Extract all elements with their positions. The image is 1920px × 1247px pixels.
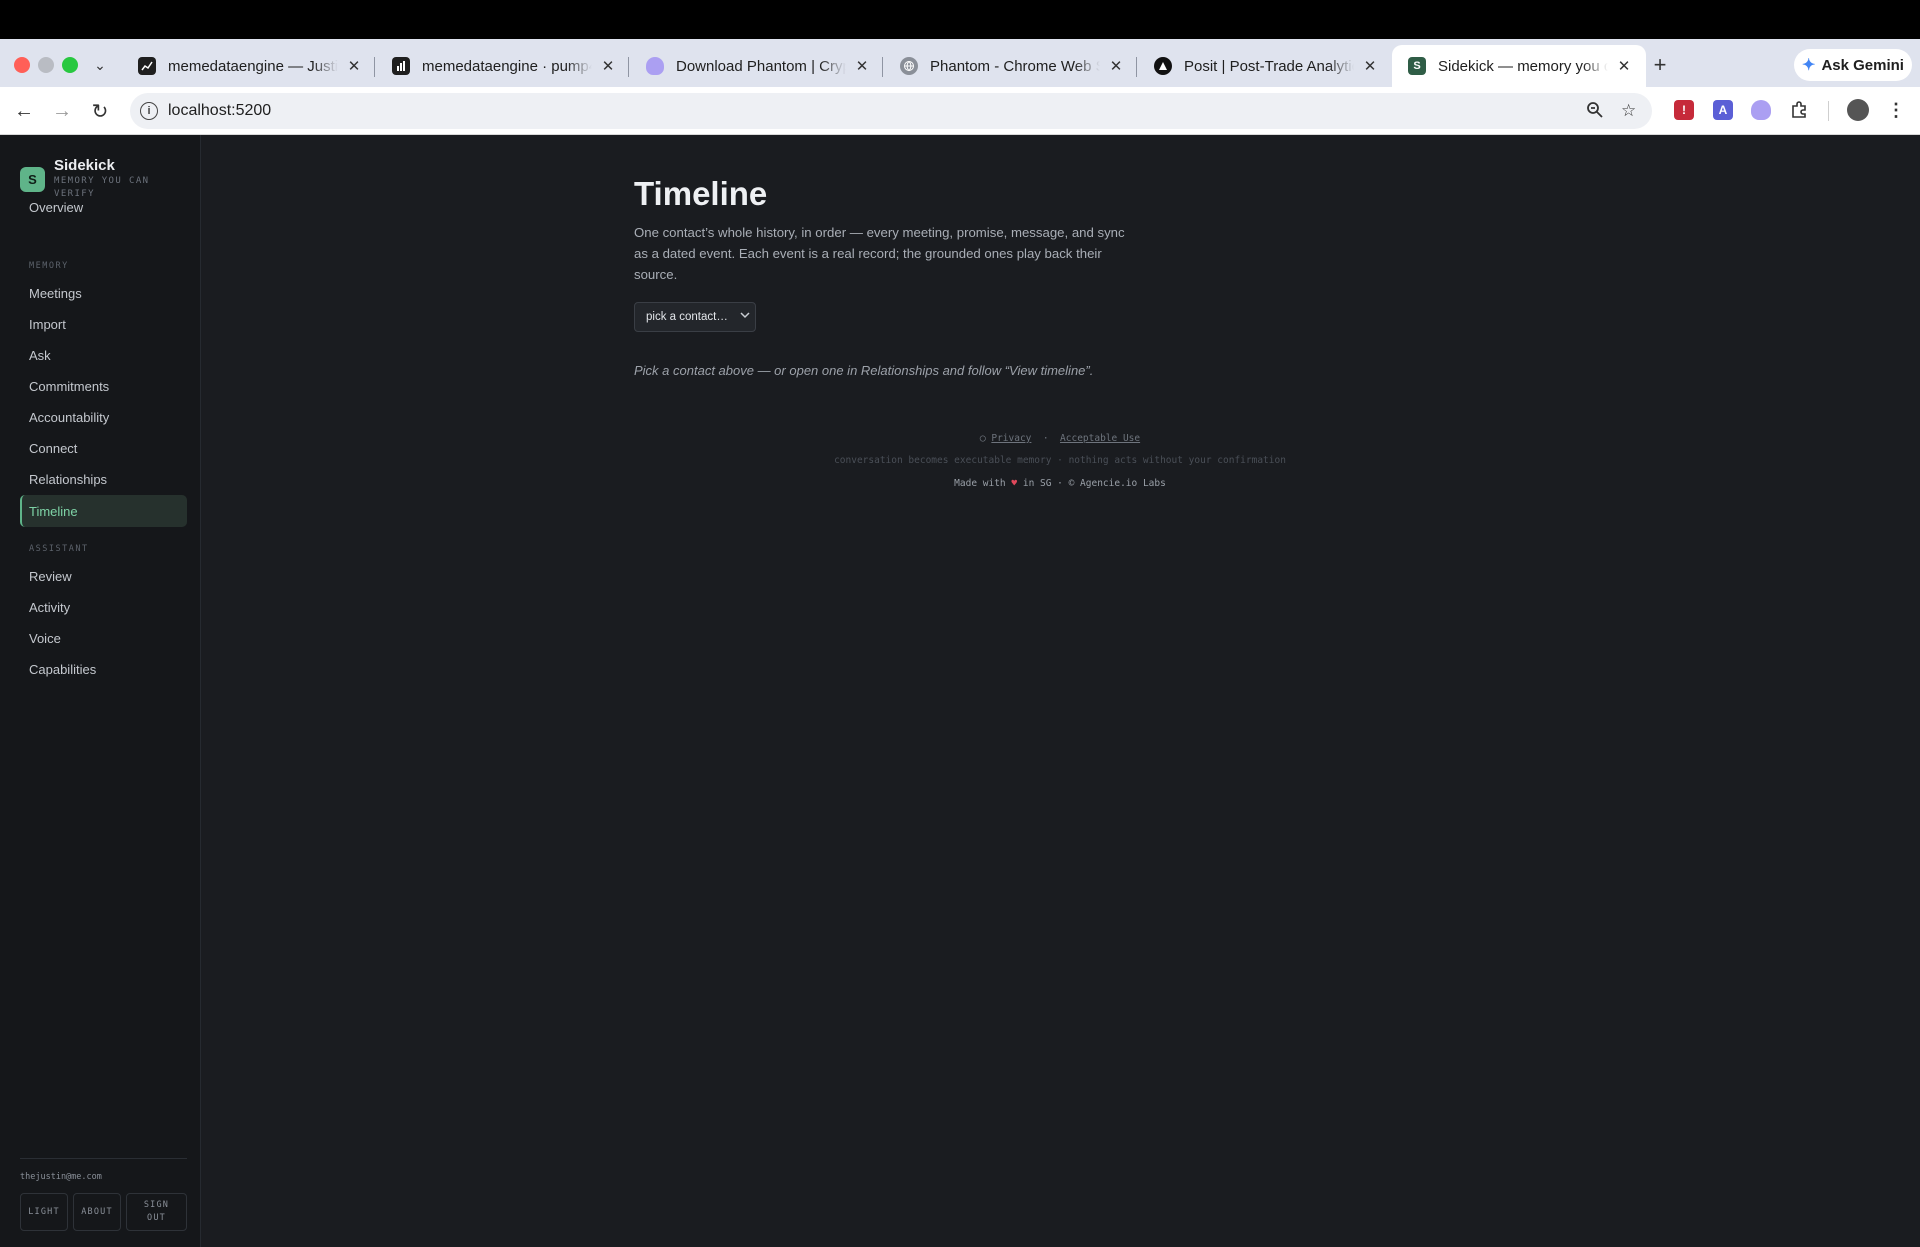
- acceptable-use-link[interactable]: Acceptable Use: [1060, 433, 1140, 444]
- new-tab-plus-icon[interactable]: +: [1648, 52, 1672, 77]
- sidebar-item-review[interactable]: Review: [20, 560, 187, 592]
- tab-title: Download Phantom | Crypto v: [676, 57, 846, 75]
- extensions-puzzle-icon[interactable]: [1789, 100, 1809, 120]
- sidebar-item-connect[interactable]: Connect: [20, 432, 187, 464]
- tab-title: Phantom - Chrome Web Store: [930, 57, 1100, 75]
- sidebar: S Sidekick MEMORY YOU CAN VERIFY Overvie…: [0, 135, 201, 1247]
- sidebar-item-import[interactable]: Import: [20, 308, 187, 340]
- bars-favicon-icon: [392, 57, 410, 75]
- footer-separator: ·: [1042, 433, 1049, 444]
- footer-made-suffix: in SG · © Agencie.io Labs: [1022, 478, 1166, 489]
- gemini-sparkle-icon: ✦: [1802, 57, 1816, 74]
- address-url[interactable]: localhost:5200: [168, 102, 271, 120]
- a-extension-icon[interactable]: A: [1713, 100, 1733, 120]
- close-window-button[interactable]: [14, 57, 30, 73]
- tab-title: Posit | Post-Trade Analytics fo: [1184, 57, 1354, 75]
- reload-icon[interactable]: ↻: [88, 99, 112, 123]
- sidebar-divider: [20, 1158, 187, 1159]
- tab-divider: [374, 57, 375, 77]
- about-button[interactable]: ABOUT: [73, 1193, 121, 1231]
- sign-out-button[interactable]: SIGN OUT: [126, 1193, 187, 1231]
- browser-tab-active[interactable]: S Sidekick — memory you can v ✕: [1392, 45, 1646, 87]
- brand-name[interactable]: Sidekick: [54, 157, 115, 174]
- heart-icon: ♥: [1011, 478, 1018, 489]
- tab-title: memedataengine · pump4fun: [422, 57, 592, 75]
- footer-made-prefix: Made with: [954, 478, 1006, 489]
- sidebar-item-ask[interactable]: Ask: [20, 339, 187, 371]
- forward-arrow-icon[interactable]: →: [50, 99, 74, 123]
- browser-tab[interactable]: Download Phantom | Crypto v ✕: [630, 45, 884, 87]
- footer-credit: Made with ♥ in SG · © Agencie.io Labs: [634, 478, 1486, 489]
- footer-tagline: conversation becomes executable memory ·…: [834, 455, 1286, 466]
- browser-tab[interactable]: memedataengine · pump4fun ✕: [376, 45, 630, 87]
- section-label-assistant: ASSISTANT: [29, 544, 89, 554]
- browser-tab[interactable]: Posit | Post-Trade Analytics fo ✕: [1138, 45, 1392, 87]
- tab-divider: [1136, 57, 1137, 77]
- tab-title: Sidekick — memory you can v: [1438, 57, 1608, 75]
- page-title: Timeline: [634, 175, 768, 212]
- tab-close-icon[interactable]: ✕: [1360, 56, 1380, 76]
- sidebar-item-timeline[interactable]: Timeline: [20, 495, 187, 527]
- more-menu-icon[interactable]: ⋮: [1886, 100, 1906, 120]
- sidebar-item-capabilities[interactable]: Capabilities: [20, 653, 187, 685]
- browser-tab[interactable]: Phantom - Chrome Web Store ✕: [884, 45, 1138, 87]
- minimize-window-button[interactable]: [38, 57, 54, 73]
- red-extension-icon[interactable]: !: [1674, 100, 1694, 120]
- site-info-icon[interactable]: i: [140, 102, 158, 120]
- contact-select[interactable]: pick a contact…: [634, 302, 756, 332]
- sidebar-item-voice[interactable]: Voice: [20, 622, 187, 654]
- back-arrow-icon[interactable]: ←: [12, 99, 36, 123]
- sidebar-item-accountability[interactable]: Accountability: [20, 401, 187, 433]
- zoom-icon[interactable]: [1586, 101, 1604, 124]
- browser-tab[interactable]: memedataengine — Justin Ja ✕: [122, 45, 376, 87]
- profile-avatar[interactable]: [1847, 99, 1869, 121]
- tab-close-icon[interactable]: ✕: [1614, 56, 1634, 76]
- privacy-link[interactable]: Privacy: [991, 433, 1031, 444]
- sidebar-item-activity[interactable]: Activity: [20, 591, 187, 623]
- chart-favicon-icon: [138, 57, 156, 75]
- phantom-extension-icon[interactable]: [1751, 100, 1771, 120]
- ask-gemini-button[interactable]: ✦ Ask Gemini: [1794, 49, 1912, 81]
- empty-state-hint: Pick a contact above — or open one in Re…: [634, 363, 1094, 378]
- tab-close-icon[interactable]: ✕: [852, 56, 872, 76]
- tab-divider: [882, 57, 883, 77]
- browser-tab-strip: ⌄ memedataengine — Justin Ja ✕ memedatae…: [0, 39, 1920, 87]
- sidebar-item-commitments[interactable]: Commitments: [20, 370, 187, 402]
- toolbar-divider: [1828, 101, 1829, 121]
- brand-logo[interactable]: S: [20, 167, 45, 192]
- tab-close-icon[interactable]: ✕: [598, 56, 618, 76]
- section-label-memory: MEMORY: [29, 261, 69, 271]
- sidebar-item-relationships[interactable]: Relationships: [20, 463, 187, 495]
- sidekick-favicon-icon: S: [1408, 57, 1426, 75]
- contact-select-value: pick a contact…: [646, 311, 728, 323]
- phantom-favicon-icon: [646, 57, 664, 75]
- maximize-window-button[interactable]: [62, 57, 78, 73]
- chevron-down-icon: [739, 309, 751, 324]
- shield-icon: ◯: [979, 433, 986, 444]
- light-theme-button[interactable]: LIGHT: [20, 1193, 68, 1231]
- tab-close-icon[interactable]: ✕: [1106, 56, 1126, 76]
- footer-links: ◯ Privacy · Acceptable Use: [634, 433, 1486, 444]
- globe-favicon-icon: [900, 57, 918, 75]
- user-email: thejustin@me.com: [20, 1172, 102, 1182]
- tab-close-icon[interactable]: ✕: [344, 56, 364, 76]
- sidebar-item-overview[interactable]: Overview: [20, 191, 187, 223]
- app-viewport: S Sidekick MEMORY YOU CAN VERIFY Overvie…: [0, 135, 1920, 1247]
- address-bar[interactable]: i localhost:5200 ☆: [130, 93, 1652, 129]
- sidebar-item-meetings[interactable]: Meetings: [20, 277, 187, 309]
- tab-search-chevron-icon[interactable]: ⌄: [88, 53, 112, 77]
- ask-gemini-label: Ask Gemini: [1821, 56, 1904, 74]
- browser-toolbar: ← → ↻ i localhost:5200 ☆ ! A ⋮: [0, 87, 1920, 135]
- tab-divider: [628, 57, 629, 77]
- bookmark-star-icon[interactable]: ☆: [1621, 101, 1636, 121]
- tab-title: memedataengine — Justin Ja: [168, 57, 338, 75]
- posit-favicon-icon: [1154, 57, 1172, 75]
- page-description: One contact’s whole history, in order — …: [634, 225, 1125, 282]
- os-top-bar: [0, 0, 1920, 39]
